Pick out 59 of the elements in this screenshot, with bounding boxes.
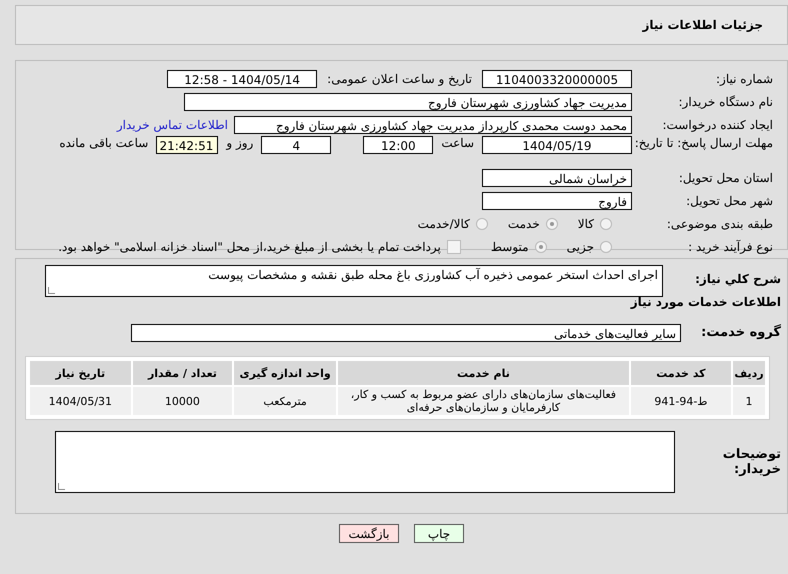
field-label: مهلت ارسال پاسخ: تا تاریخ: bbox=[634, 136, 774, 150]
remaining-label: ساعت باقی مانده bbox=[59, 136, 148, 150]
radio-label: جزیی bbox=[566, 240, 594, 254]
radio-label: کالا/خدمت bbox=[418, 216, 470, 230]
city-field: فاروج bbox=[482, 192, 632, 210]
announce-date-field: 1404/05/14 - 12:58 bbox=[167, 70, 318, 88]
field-label: تاریخ و ساعت اعلان عمومی: bbox=[327, 72, 472, 86]
checkbox[interactable] bbox=[446, 240, 461, 254]
field-label: شرح كلي نياز: bbox=[694, 272, 782, 286]
need-number-field: 1104003320000005 bbox=[482, 70, 632, 88]
buyer-field: مدیریت جهاد کشاورزی شهرستان فاروج bbox=[184, 92, 632, 110]
field-label: توضیحات خریدار: bbox=[722, 447, 782, 477]
column-header: تاریخ نیاز bbox=[30, 361, 131, 385]
field-label: شهر محل تحویل: bbox=[685, 194, 774, 208]
radio-label: کالا bbox=[578, 216, 594, 230]
buyer-contact-link[interactable]: اطلاعات تماس خریدار bbox=[116, 118, 228, 132]
field-label: نام دستگاه خریدار: bbox=[678, 94, 774, 108]
field-label: ایجاد کننده درخواست: bbox=[661, 118, 774, 132]
checkbox-label: پرداخت تمام یا بخشی از مبلغ خرید،از محل "اسناد خزانه اسلامی" خواهد بود. bbox=[58, 240, 441, 254]
table-cell: فعالیت‌های سازمان‌های دارای عضو مربوط به کسب و کار، کارفرمایان و سازمان‌های حرفه‌ای bbox=[338, 387, 629, 415]
column-header: تعداد / مقدار bbox=[132, 361, 232, 385]
table-cell: مترمکعب bbox=[234, 387, 336, 415]
deadline-time-field: 12:00 bbox=[363, 136, 434, 154]
province-field: خراسان شمالی bbox=[482, 168, 632, 186]
resize-handle-icon[interactable] bbox=[48, 286, 55, 294]
radio-button[interactable] bbox=[476, 218, 488, 230]
table-cell: 10000 bbox=[132, 387, 232, 415]
action-button[interactable]: چاپ bbox=[414, 524, 464, 543]
column-header: نام خدمت bbox=[338, 361, 629, 385]
service-group-field: سایر فعالیت‌های خدماتی bbox=[131, 324, 681, 342]
field-label: نوع فرآیند خرید : bbox=[687, 240, 774, 254]
table-cell: 1 bbox=[733, 387, 765, 415]
section-title: اطلاعات خدمات مورد نیاز bbox=[630, 294, 782, 308]
page-title: جزئیات اطلاعات نیاز bbox=[642, 18, 763, 32]
field-label: طبقه بندی موضوعی: bbox=[666, 216, 774, 230]
field-label: شماره نیاز: bbox=[715, 72, 774, 86]
radio-button[interactable] bbox=[600, 240, 612, 252]
table-cell: 1404/05/31 bbox=[30, 387, 131, 415]
action-button[interactable]: بازگشت bbox=[339, 524, 399, 543]
days-label: روز و bbox=[226, 136, 254, 150]
field-label: گروه خدمت: bbox=[700, 325, 782, 340]
radio-label: خدمت bbox=[508, 216, 540, 230]
radio-button[interactable] bbox=[534, 240, 547, 252]
time-label: ساعت bbox=[441, 136, 474, 150]
deadline-date-field: 1404/05/19 bbox=[482, 136, 632, 154]
column-header: کد خدمت bbox=[630, 361, 732, 385]
table-cell: ط-94-941 bbox=[630, 387, 732, 415]
description-textarea[interactable]: اجرای احداث استخر عمومی ذخیره آب کشاورزی باغ محله طبق نقشه و مشخصات پیوست bbox=[45, 264, 663, 296]
radio-button[interactable] bbox=[600, 218, 612, 230]
remaining-time-field: 21:42:51 bbox=[156, 136, 218, 154]
requester-field: محمد دوست محمدی کارپرداز مدیریت جهاد کشاورزی شهرستان فاروج bbox=[234, 116, 632, 134]
column-header: ردیف bbox=[733, 361, 765, 385]
column-header: واحد اندازه گیری bbox=[234, 361, 336, 385]
field-label: استان محل تحویل: bbox=[678, 170, 774, 184]
radio-label: متوسط bbox=[490, 240, 529, 254]
days-field: 4 bbox=[261, 136, 332, 154]
resize-handle-icon[interactable] bbox=[58, 483, 65, 490]
radio-button[interactable] bbox=[546, 218, 558, 230]
buyer-notes-textarea[interactable] bbox=[55, 431, 675, 493]
